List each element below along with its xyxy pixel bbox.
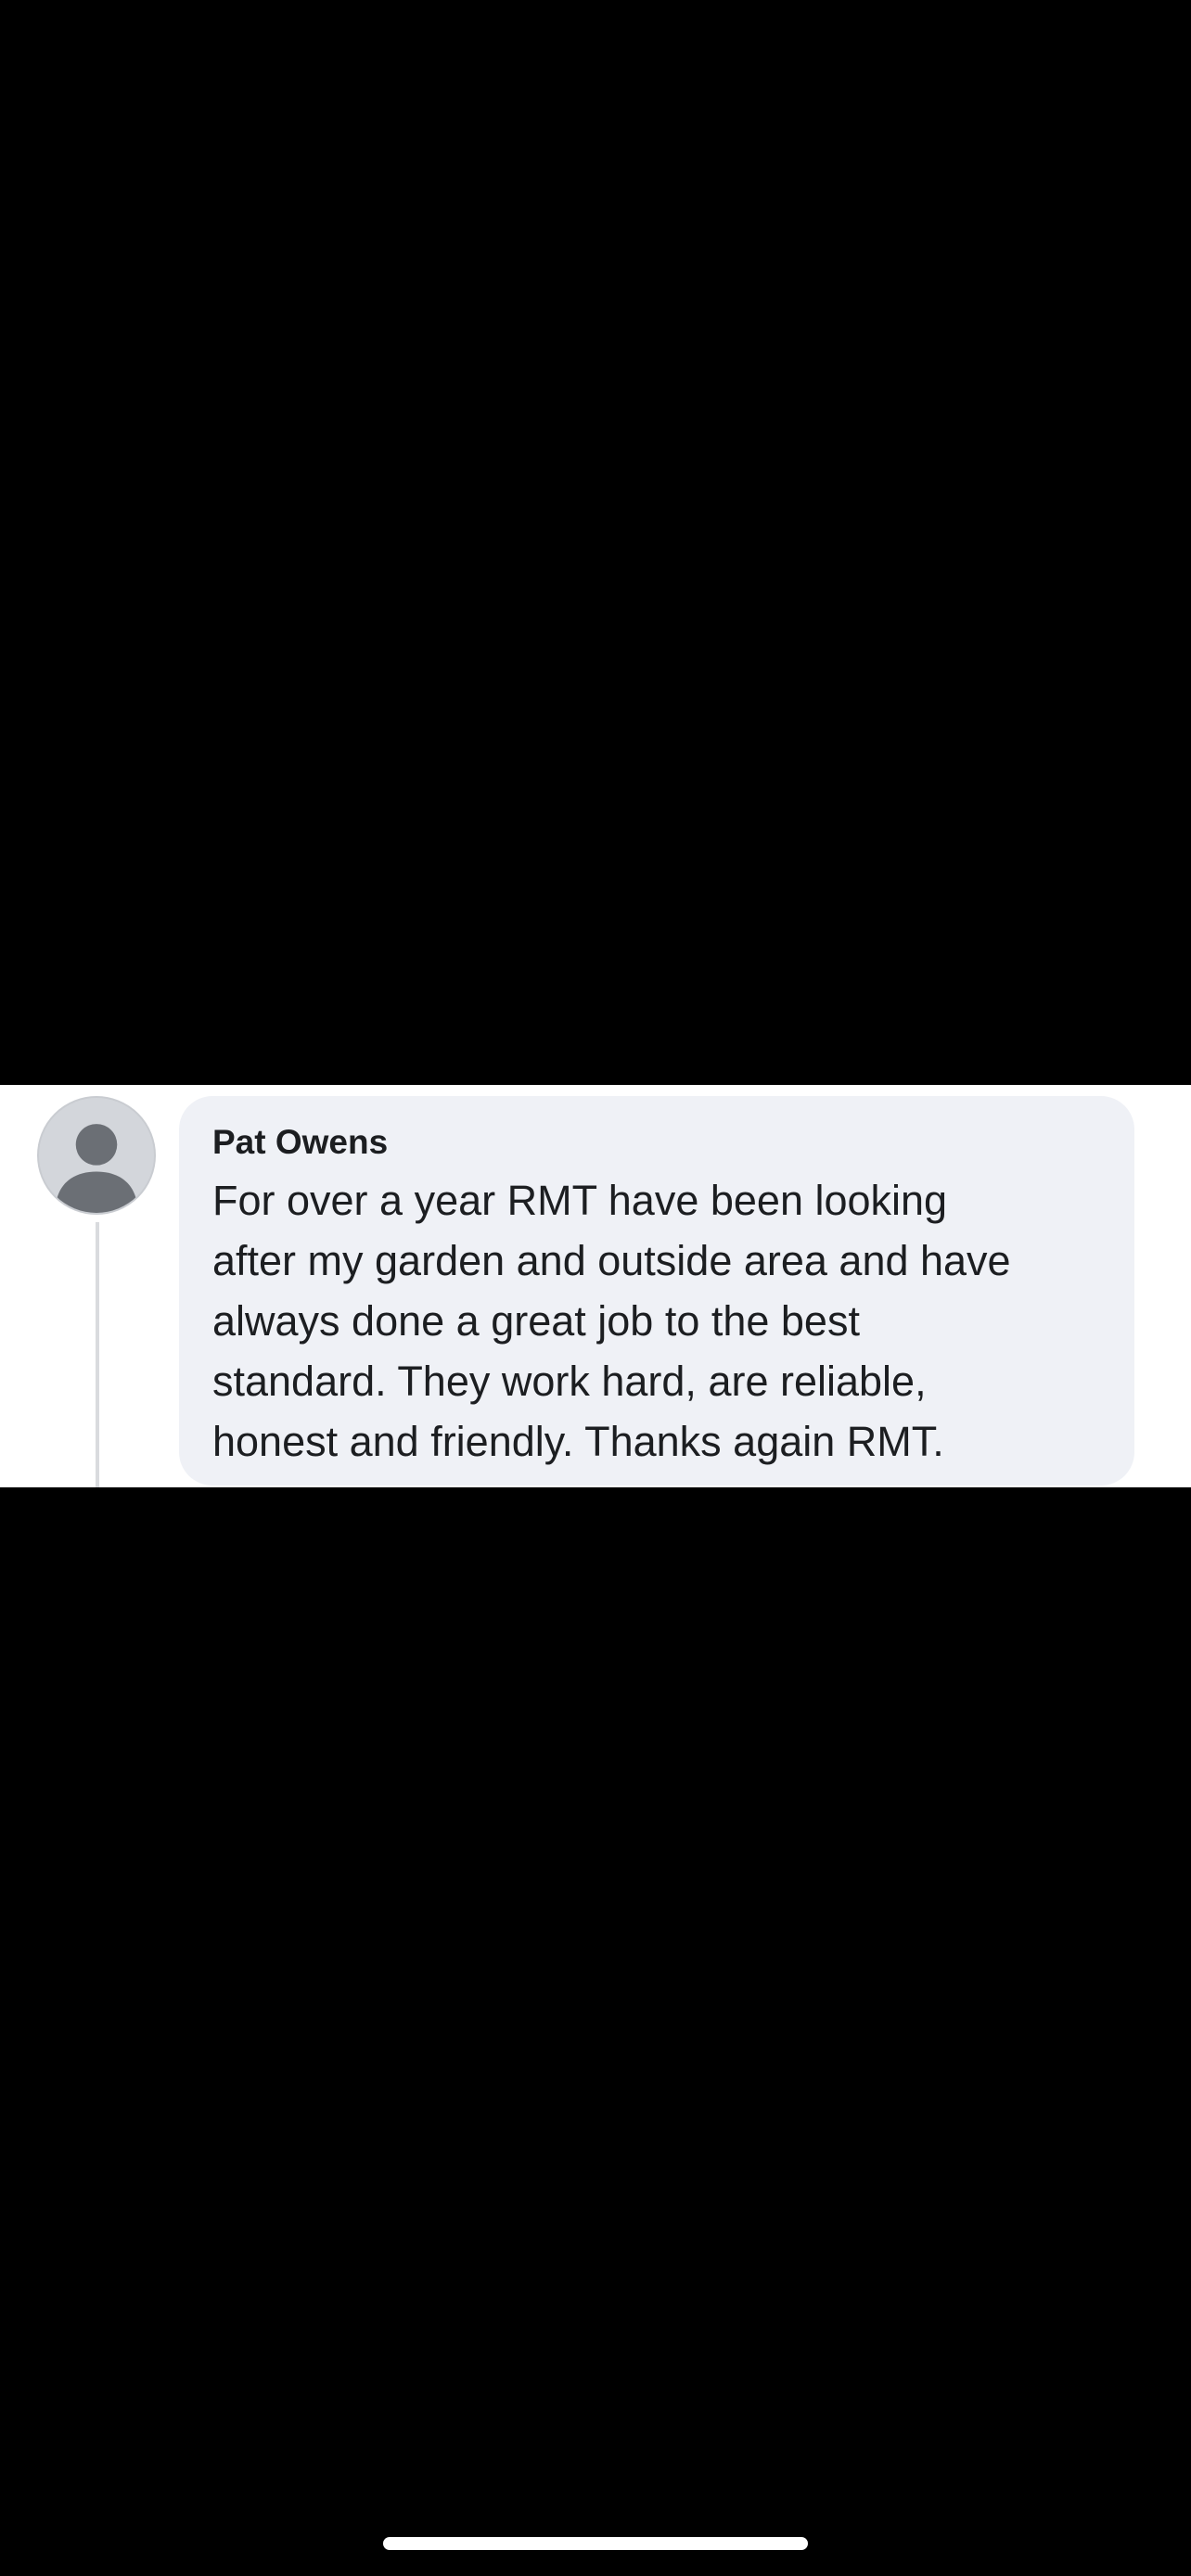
default-profile-icon <box>55 1124 138 1213</box>
comment-bubble[interactable]: Pat Owens For over a year RMT have been … <box>179 1096 1134 1486</box>
screen-background: Pat Owens For over a year RMT have been … <box>0 0 1191 2576</box>
comment-item: Pat Owens For over a year RMT have been … <box>0 1085 1191 1487</box>
home-indicator[interactable] <box>383 2537 808 2550</box>
comment-author[interactable]: Pat Owens <box>212 1122 1101 1163</box>
comment-text: For over a year RMT have been looking af… <box>212 1177 1011 1465</box>
thread-line <box>96 1222 99 1487</box>
avatar[interactable] <box>37 1096 156 1215</box>
